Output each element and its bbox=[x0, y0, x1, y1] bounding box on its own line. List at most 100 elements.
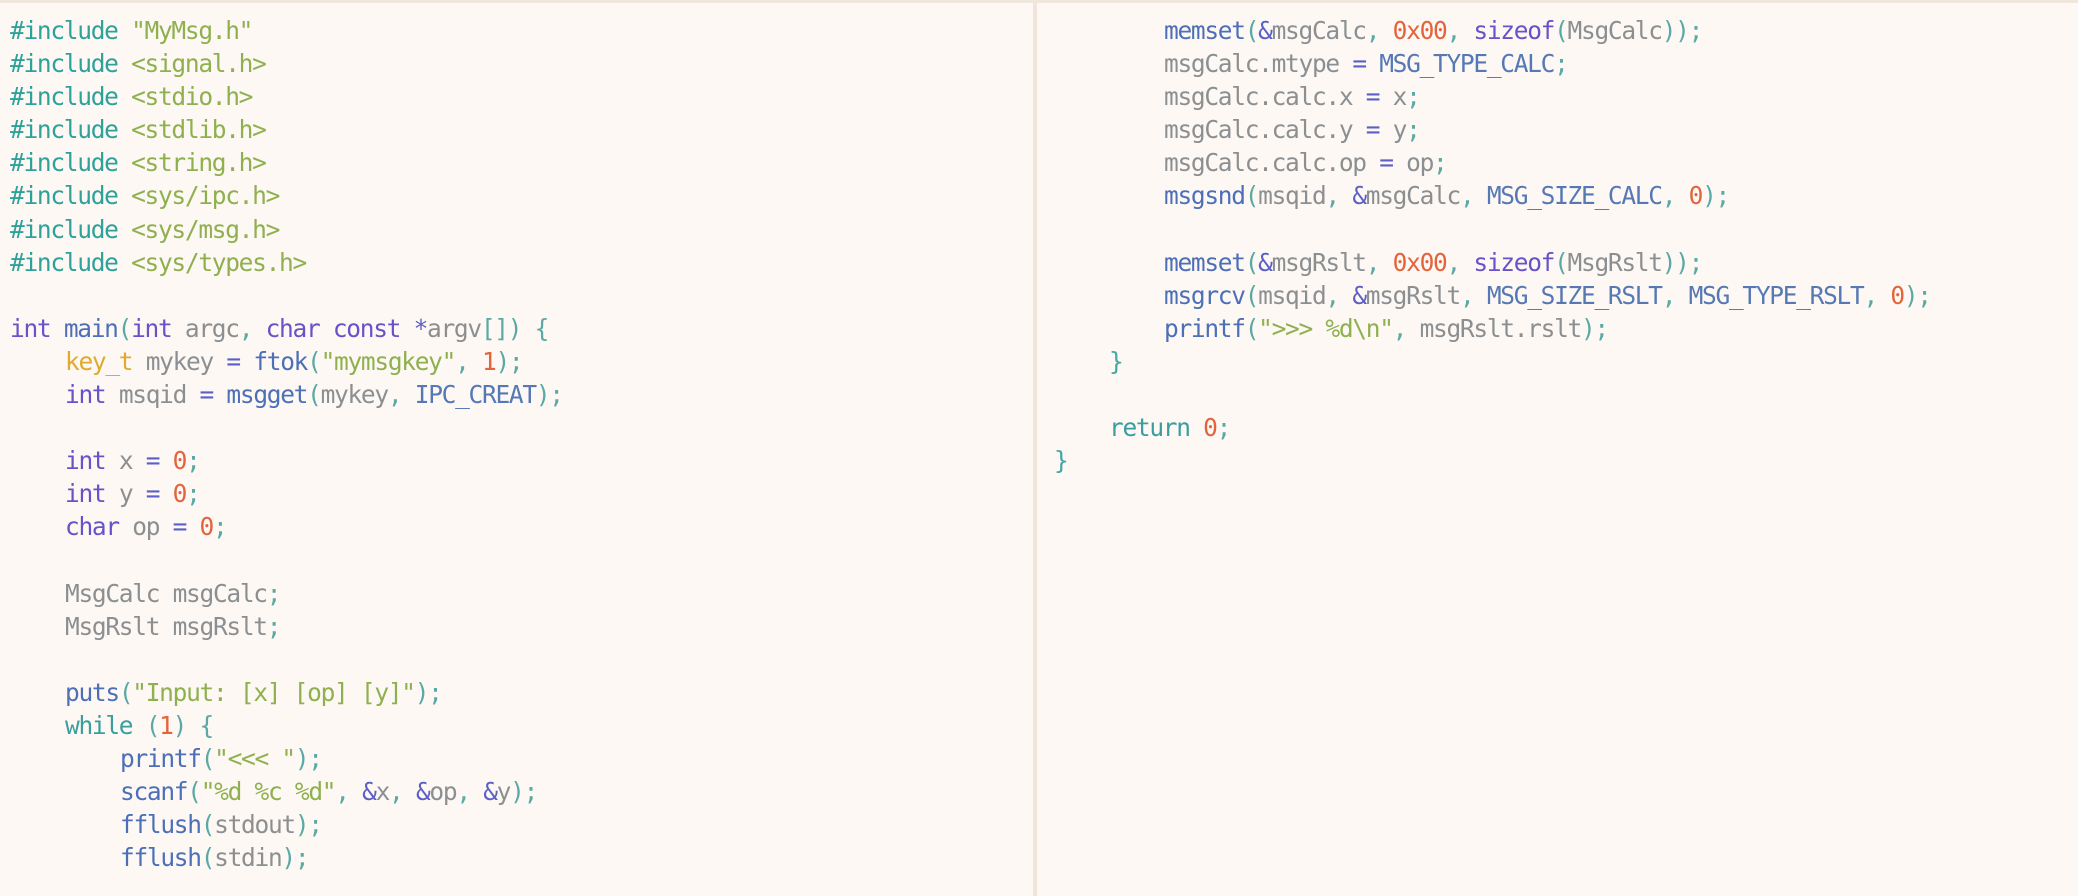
code-token: ">>> %d\n" bbox=[1258, 313, 1394, 343]
code-line: MsgRslt msgRslt; bbox=[10, 610, 563, 643]
code-token: = bbox=[1365, 115, 1393, 145]
code-token: char bbox=[65, 512, 133, 542]
code-token: <sys/types.h> bbox=[131, 247, 307, 277]
code-token: = bbox=[199, 380, 227, 410]
code-token: return bbox=[1109, 413, 1204, 443]
code-token: []) { bbox=[480, 313, 550, 343]
code-token: <stdio.h> bbox=[131, 82, 253, 112]
code-token: & bbox=[1352, 181, 1367, 211]
code-token: = bbox=[145, 479, 173, 509]
code-text-right[interactable]: memset(&msgCalc, 0x00, sizeof(MsgCalc));… bbox=[1054, 14, 1932, 477]
code-token: ; bbox=[1433, 148, 1448, 178]
editor-pane-left[interactable]: #include "MyMsg.h" #include <signal.h> #in… bbox=[0, 3, 1033, 896]
code-token: ( bbox=[117, 313, 133, 343]
code-token: , bbox=[335, 777, 363, 807]
code-token: key_t bbox=[65, 346, 146, 376]
code-line: int y = 0; bbox=[10, 477, 563, 510]
code-token: ) { bbox=[172, 710, 215, 740]
code-token: , bbox=[1459, 181, 1487, 211]
code-token: ( bbox=[1554, 247, 1569, 277]
code-token: printf bbox=[1164, 313, 1246, 343]
code-token: 0 bbox=[172, 446, 188, 476]
code-token: printf bbox=[120, 744, 202, 774]
code-token: ( bbox=[200, 744, 216, 774]
code-token: ( bbox=[187, 777, 202, 807]
code-token: fflush bbox=[120, 843, 202, 873]
code-token: main bbox=[63, 313, 119, 343]
code-token: , bbox=[238, 313, 266, 343]
code-token: IPC_CREAT bbox=[414, 380, 537, 410]
code-token: 0x00 bbox=[1392, 16, 1448, 45]
code-token: ; bbox=[186, 446, 201, 476]
code-token: 0x00 bbox=[1392, 247, 1448, 277]
code-token: op bbox=[1406, 148, 1434, 178]
code-token: char const bbox=[265, 313, 414, 343]
code-line: msgCalc.calc.x = x; bbox=[1054, 80, 1931, 113]
code-line: memset(&msgRslt, 0x00, sizeof(MsgRslt)); bbox=[1054, 246, 1931, 279]
code-token: mykey bbox=[145, 346, 227, 376]
code-token: x bbox=[118, 446, 146, 476]
code-token: #include bbox=[10, 181, 132, 211]
code-line: #include <sys/ipc.h> bbox=[10, 179, 563, 212]
code-token: ( bbox=[200, 843, 216, 873]
code-line: int x = 0; bbox=[10, 444, 563, 477]
code-token: = bbox=[226, 346, 254, 376]
code-token: ( bbox=[145, 710, 161, 740]
code-line: int msqid = msgget(mykey, IPC_CREAT); bbox=[10, 378, 564, 411]
code-token: 1 bbox=[482, 346, 497, 376]
code-token: #include bbox=[10, 16, 132, 45]
code-line: msgCalc.calc.op = op; bbox=[1054, 146, 1931, 179]
code-token: = bbox=[1365, 82, 1393, 112]
code-token: y bbox=[496, 777, 512, 807]
code-token: #include bbox=[10, 82, 132, 112]
code-line: MsgCalc msgCalc; bbox=[10, 577, 563, 610]
code-token: * bbox=[413, 313, 429, 343]
code-token: puts bbox=[65, 677, 120, 707]
code-token: MSG_TYPE_CALC bbox=[1379, 49, 1555, 79]
code-token: ); bbox=[294, 810, 323, 840]
code-token: msgsnd bbox=[1164, 181, 1246, 211]
code-line: while (1) { bbox=[10, 709, 563, 742]
code-token: <stdlib.h> bbox=[131, 115, 267, 145]
code-token: op bbox=[429, 777, 457, 807]
code-token: argv bbox=[427, 313, 482, 343]
code-line: scanf("%d %c %d", &x, &op, &y); bbox=[10, 775, 563, 808]
code-token: ( bbox=[1244, 313, 1260, 343]
code-token: <sys/msg.h> bbox=[131, 214, 280, 244]
code-token: ); bbox=[281, 843, 309, 873]
code-token: , bbox=[1325, 181, 1353, 211]
code-token: #include bbox=[10, 49, 132, 79]
code-token: msgRslt bbox=[1365, 280, 1461, 310]
code-token: msgCalc.calc.x bbox=[1164, 82, 1366, 112]
code-token: )); bbox=[1661, 247, 1704, 277]
code-token: 0 bbox=[1203, 413, 1218, 443]
code-token: ; bbox=[1554, 49, 1569, 79]
editor-pane-right[interactable]: memset(&msgCalc, 0x00, sizeof(MsgCalc));… bbox=[1037, 3, 2078, 896]
code-token: MSG_SIZE_CALC bbox=[1486, 181, 1663, 211]
code-token: = bbox=[1379, 148, 1407, 178]
code-token: 0 bbox=[199, 512, 215, 542]
code-token: msgRslt bbox=[1271, 247, 1367, 277]
code-token: ( bbox=[200, 810, 216, 840]
code-token: fflush bbox=[120, 810, 202, 840]
code-line: fflush(stdin); bbox=[10, 841, 563, 874]
code-line: printf(">>> %d\n", msgRslt.rslt); bbox=[1054, 312, 1931, 345]
code-token: #include bbox=[10, 115, 132, 145]
code-token: & bbox=[1258, 16, 1273, 45]
code-token: , bbox=[1365, 16, 1393, 45]
code-line: char op = 0; bbox=[10, 510, 563, 543]
code-line: #include <sys/msg.h> bbox=[10, 213, 563, 246]
code-token: msqid bbox=[1258, 280, 1327, 310]
code-token: "%d %c %d" bbox=[200, 777, 337, 807]
code-text-left[interactable]: #include "MyMsg.h" #include <signal.h> #in… bbox=[10, 14, 564, 874]
code-token: op bbox=[132, 512, 173, 542]
code-token: <string.h> bbox=[131, 148, 267, 178]
code-token: )); bbox=[1661, 16, 1704, 45]
code-token: argc bbox=[184, 313, 240, 343]
code-token: msgCalc.calc.y bbox=[1164, 115, 1366, 145]
code-token: msqid bbox=[1258, 181, 1327, 211]
